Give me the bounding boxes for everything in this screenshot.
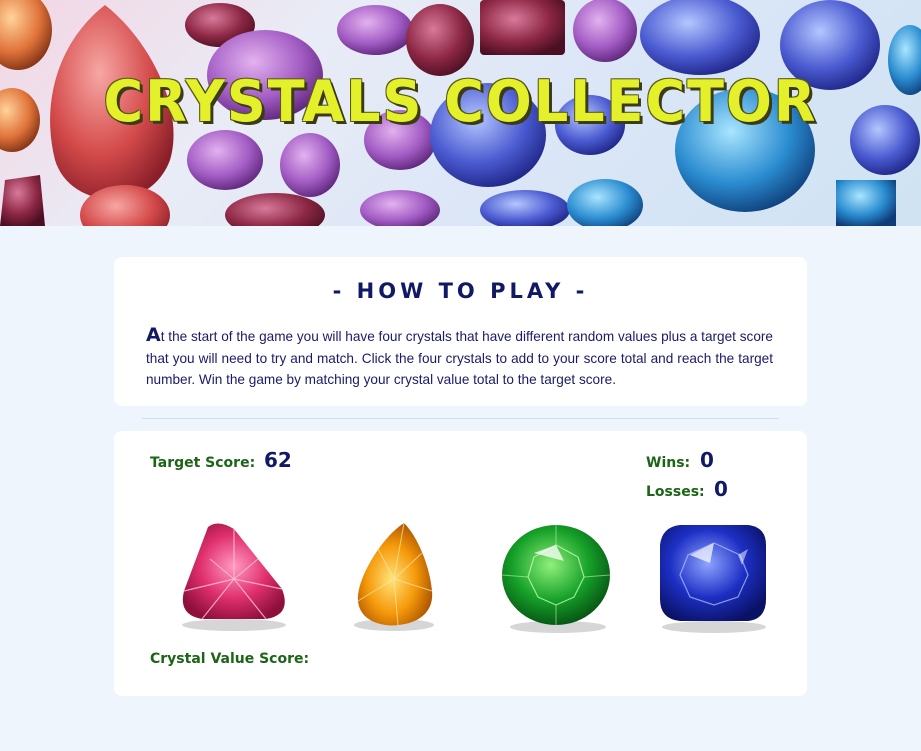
app-title: CRYSTALS COLLECTOR [103,68,818,135]
orange-pear-gem-icon [354,522,434,631]
game-panel: Target Score: 62 Wins: 0 Losses: 0 Cryst… [114,431,807,696]
wins-label: Wins: [646,455,691,471]
instructions-text: t the start of the game you will have fo… [146,329,773,387]
blue-cushion-gem-icon [660,525,766,633]
crystal-3-button[interactable] [494,519,622,637]
crystal-value-score-label: Crystal Value Score: [150,651,310,667]
wins-value: 0 [700,448,714,472]
green-round-gem-icon [501,525,611,633]
target-score-label: Target Score: [150,455,256,471]
crystal-2-button[interactable] [334,519,462,637]
how-to-play-instructions: At the start of the game you will have f… [146,324,773,391]
how-to-play-title: - HOW TO PLAY - [332,279,589,303]
losses-value: 0 [714,477,728,501]
section-divider [142,418,779,419]
pink-trillion-gem-icon [182,523,286,631]
header-banner: CRYSTALS COLLECTOR [0,0,921,226]
drop-cap-letter: A [146,324,161,346]
losses-label: Losses: [646,484,705,500]
target-score-value: 62 [264,448,292,472]
crystal-4-button[interactable] [650,519,778,637]
how-to-play-card: - HOW TO PLAY - At the start of the game… [114,257,807,406]
crystal-1-button[interactable] [170,519,298,637]
